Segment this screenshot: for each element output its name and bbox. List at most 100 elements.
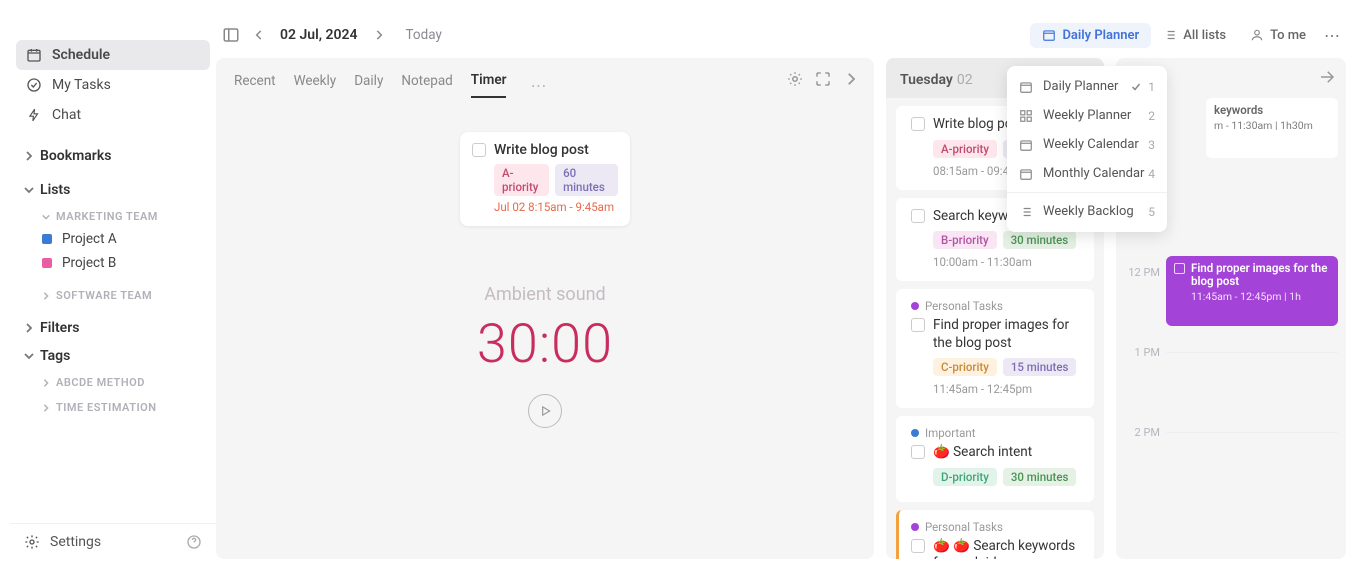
timer-panel: Recent Weekly Daily Notepad Timer ⋯ (216, 58, 874, 559)
priority-pill[interactable]: B-priority (933, 231, 997, 249)
event-checkbox[interactable] (1174, 263, 1185, 274)
sidebar-project-a[interactable]: Project A (10, 227, 216, 251)
hour-label: 2 PM (1124, 426, 1160, 439)
tabs-more-button[interactable]: ⋯ (524, 76, 552, 95)
sidebar-item-mytasks[interactable]: My Tasks (16, 70, 210, 100)
help-icon[interactable] (186, 534, 202, 550)
task-checkbox[interactable] (911, 209, 925, 223)
today-button[interactable]: Today (406, 27, 442, 43)
sidebar-project-b[interactable]: Project B (10, 251, 216, 275)
duration-pill[interactable]: 30 minutes (1003, 231, 1077, 249)
sidebar-group-marketing[interactable]: MARKETING TEAM (10, 202, 216, 227)
task-checkbox[interactable] (911, 318, 925, 332)
sidebar-section-bookmarks[interactable]: Bookmarks (10, 140, 216, 168)
chevron-right-icon (24, 151, 34, 161)
task-card[interactable]: Personal Tasks Find proper images for th… (896, 289, 1094, 408)
to-me-button[interactable]: To me (1238, 23, 1318, 48)
sidebar-settings[interactable]: Settings (10, 523, 216, 559)
chevron-right-icon (42, 379, 50, 387)
priority-pill[interactable]: C-priority (933, 358, 997, 376)
chevron-down-icon (24, 351, 34, 361)
next-day-button[interactable] (368, 24, 390, 46)
task-checkbox[interactable] (911, 445, 925, 459)
sidebar-section-lists[interactable]: Lists (10, 174, 216, 202)
prev-day-button[interactable] (248, 24, 270, 46)
task-checkbox[interactable] (472, 143, 486, 157)
priority-pill[interactable]: A-priority (494, 164, 549, 196)
chevron-right-icon (24, 323, 34, 333)
list-color-dot (911, 302, 919, 310)
chevron-right-icon (42, 404, 50, 412)
timeline-event[interactable]: Find proper images for the blog post 11:… (1166, 256, 1338, 326)
list-color-dot (911, 523, 919, 531)
dropdown-item-weekly-planner[interactable]: Weekly Planner 2 (1007, 101, 1167, 130)
tab-timer[interactable]: Timer (471, 72, 507, 98)
focus-task-title: Write blog post (494, 142, 589, 158)
sidebar-section-filters[interactable]: Filters (10, 312, 216, 340)
list-icon (1019, 205, 1033, 219)
sidebar-item-schedule[interactable]: Schedule (16, 40, 210, 70)
dropdown-item-weekly-calendar[interactable]: Weekly Calendar 3 (1007, 130, 1167, 159)
duration-pill[interactable]: 15 minutes (1003, 358, 1077, 376)
expand-icon[interactable] (814, 70, 832, 88)
sidebar-item-chat[interactable]: Chat (16, 100, 210, 130)
priority-pill[interactable]: D-priority (933, 468, 997, 486)
calendar-icon (26, 47, 42, 63)
tab-notepad[interactable]: Notepad (401, 73, 452, 97)
sidebar-toggle-icon[interactable] (220, 24, 242, 46)
sidebar-label: Chat (52, 107, 81, 123)
task-card[interactable]: Important 🍅 Search intent D-priority 30 … (896, 416, 1094, 502)
dropdown-item-weekly-backlog[interactable]: Weekly Backlog 5 (1007, 197, 1167, 226)
gear-icon (24, 534, 40, 550)
duration-pill[interactable]: 30 minutes (1003, 468, 1077, 486)
chevron-down-icon (24, 185, 34, 195)
all-lists-button[interactable]: All lists (1151, 23, 1238, 48)
sidebar-group-software[interactable]: SOFTWARE TEAM (10, 281, 216, 306)
chevron-right-icon (42, 292, 50, 300)
timeline-event[interactable]: keywords m - 11:30am | 1h30m (1206, 98, 1338, 158)
sidebar: Schedule My Tasks Chat Bookmarks Lists M… (10, 18, 216, 559)
check-icon (1130, 81, 1142, 93)
duration-pill[interactable]: 60 minutes (555, 164, 618, 196)
dropdown-item-monthly-calendar[interactable]: Monthly Calendar 4 (1007, 159, 1167, 188)
sidebar-tag-time[interactable]: TIME ESTIMATION (10, 393, 216, 418)
lightning-icon (26, 107, 42, 123)
ambient-sound-label[interactable]: Ambient sound (216, 284, 874, 305)
list-icon (1163, 28, 1177, 42)
sidebar-label: My Tasks (52, 77, 111, 93)
play-button[interactable] (528, 394, 562, 428)
sidebar-label: Schedule (52, 47, 110, 63)
daily-planner-button[interactable]: Daily Planner (1030, 23, 1151, 48)
project-color-swatch (42, 234, 52, 244)
chevron-right-icon[interactable] (842, 70, 860, 88)
collapse-icon[interactable] (1318, 68, 1336, 86)
sidebar-section-tags[interactable]: Tags (10, 340, 216, 368)
task-card[interactable]: Personal Tasks 🍅 🍅 Search keywords for e… (896, 510, 1094, 559)
user-icon (1250, 28, 1264, 42)
list-color-dot (911, 429, 919, 437)
task-checkbox[interactable] (911, 539, 925, 553)
sidebar-tag-abcde[interactable]: ABCDE METHOD (10, 368, 216, 393)
calendar-icon (1019, 167, 1033, 181)
countdown-display: 30:00 (216, 313, 874, 376)
calendar-icon (1042, 28, 1056, 42)
focus-task-schedule: Jul 02 8:15am - 9:45am (494, 200, 618, 214)
tab-recent[interactable]: Recent (234, 73, 276, 97)
date-label[interactable]: 02 Jul, 2024 (280, 27, 358, 43)
calendar-icon (1019, 80, 1033, 94)
tab-daily[interactable]: Daily (354, 73, 383, 97)
tab-weekly[interactable]: Weekly (294, 73, 337, 97)
focus-task-card[interactable]: Write blog post A-priority 60 minutes Ju… (460, 132, 630, 226)
project-color-swatch (42, 258, 52, 268)
topbar: 02 Jul, 2024 Today Daily Planner All lis… (216, 18, 1346, 52)
gear-icon[interactable] (786, 70, 804, 88)
check-circle-icon (26, 77, 42, 93)
calendar-icon (1019, 138, 1033, 152)
planner-dropdown: Daily Planner 1 Weekly Planner 2 Weekly … (1007, 66, 1167, 232)
task-checkbox[interactable] (911, 117, 925, 131)
priority-pill[interactable]: A-priority (933, 140, 997, 158)
more-menu-button[interactable]: ⋯ (1318, 26, 1346, 45)
grid-icon (1019, 109, 1033, 123)
hour-label: 1 PM (1124, 346, 1160, 359)
dropdown-item-daily-planner[interactable]: Daily Planner 1 (1007, 72, 1167, 101)
